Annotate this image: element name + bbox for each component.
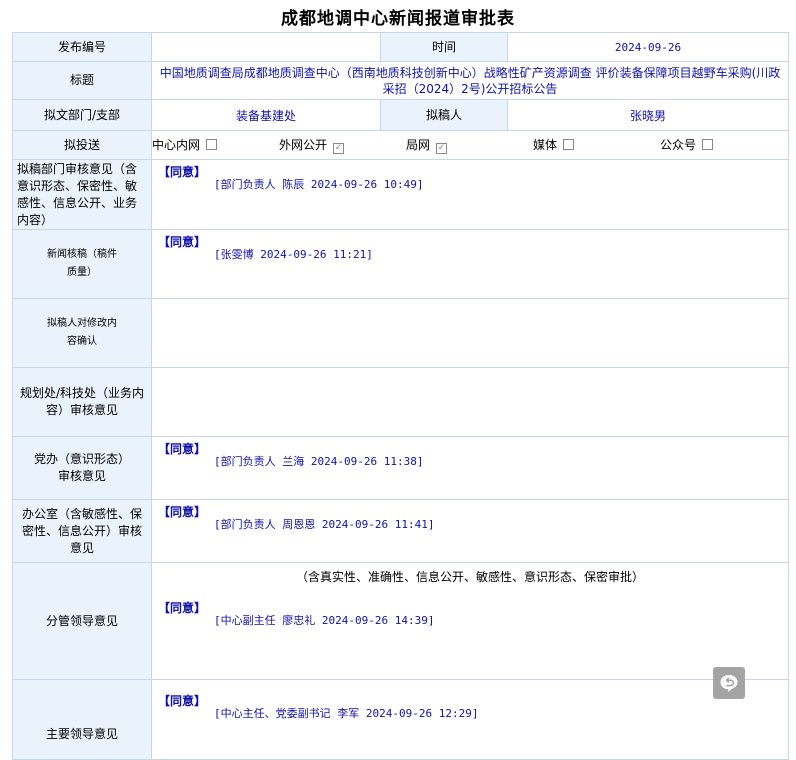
channel-label: 中心内网 (152, 138, 201, 152)
channel-intranet[interactable]: 中心内网 (152, 132, 279, 158)
main-leader-cell: 【同意】 [中心主任、党委副书记 李军 2024-09-26 12:29] (150, 679, 790, 760)
signature-text: [部门负责人 兰海 2024-09-26 11:38] (214, 455, 424, 468)
office-cell: 【同意】 [部门负责人 周恩恩 2024-09-26 11:41] (150, 499, 790, 563)
signature-text: [部门负责人 周恩恩 2024-09-26 11:41] (214, 518, 435, 531)
dept-value: 装备基建处 (151, 99, 381, 131)
time-value: 2024-09-26 (506, 32, 790, 62)
drafter-confirm-label: 拟稿人对修改内容确认 (12, 298, 152, 368)
back-reply-button[interactable] (713, 667, 745, 699)
signature-text: [中心主任、党委副书记 李军 2024-09-26 12:29] (214, 707, 479, 720)
planning-review-label: 规划处/科技处（业务内容）审核意见 (12, 367, 152, 437)
dept-review-label: 拟稿部门审核意见（含意识形态、保密性、敏感性、信息公开、业务内容） (12, 159, 152, 230)
channel-wechat[interactable]: 公众号 (660, 132, 787, 158)
signature-text: [中心副主任 廖忠礼 2024-09-26 14:39] (214, 614, 435, 627)
signature-text: [部门负责人 陈辰 2024-09-26 10:49] (214, 178, 424, 191)
checkbox-icon[interactable] (563, 139, 575, 150)
checkbox-icon[interactable] (206, 139, 218, 150)
planning-review-cell (150, 367, 790, 437)
party-office-cell: 【同意】 [部门负责人 兰海 2024-09-26 11:38] (150, 436, 790, 500)
page-title: 成都地调中心新闻报道审批表 (281, 9, 515, 29)
channel-media[interactable]: 媒体 (533, 132, 660, 158)
channel-label: 媒体 (533, 138, 558, 152)
office-label: 办公室（含敏感性、保密性、信息公开）审核意见 (12, 499, 152, 563)
news-check-cell: 【同意】 [张雯博 2024-09-26 11:21] (150, 229, 790, 299)
party-office-label: 党办（意识形态）审核意见 (12, 436, 152, 500)
time-label: 时间 (380, 32, 508, 62)
deputy-leader-cell: （含真实性、准确性、信息公开、敏感性、意识形态、保密审批） 【同意】 [中心副主… (150, 562, 790, 680)
signature-text: [张雯博 2024-09-26 11:21] (214, 248, 373, 261)
dept-label: 拟文部门/支部 (12, 99, 152, 131)
decision-text: 【同意】 (158, 505, 207, 519)
approval-form: 发布编号 时间 2024-09-26 标题 中国地质调查局成都地质调查中心（西南… (12, 32, 790, 760)
channels-label: 拟投送 (12, 130, 152, 160)
channel-label: 外网公开 (279, 138, 328, 152)
decision-text: 【同意】 (158, 442, 207, 456)
decision-text: 【同意】 (158, 694, 207, 708)
drafter-confirm-cell (150, 298, 790, 368)
channel-label: 局网 (406, 138, 431, 152)
channel-bureau-web[interactable]: 局网 ✓ (406, 132, 533, 158)
dept-review-cell: 【同意】 [部门负责人 陈辰 2024-09-26 10:49] (150, 159, 790, 230)
deputy-leader-label: 分管领导意见 (12, 562, 152, 680)
checkbox-icon[interactable] (702, 139, 714, 150)
news-check-label: 新闻核稿（稿件质量） (12, 229, 152, 299)
back-reply-icon (720, 675, 738, 692)
decision-text: 【同意】 (158, 601, 207, 615)
subject-label: 标题 (12, 61, 152, 100)
drafter-label: 拟稿人 (380, 99, 508, 131)
criteria-text: （含真实性、准确性、信息公开、敏感性、意识形态、保密审批） (296, 570, 645, 584)
channel-public-web[interactable]: 外网公开 ✓ (279, 132, 406, 158)
main-leader-label-text: 主要领导意见 (45, 727, 118, 741)
drafter-value: 张晓男 (506, 99, 790, 131)
pub-no-value (151, 32, 381, 62)
decision-text: 【同意】 (158, 235, 207, 249)
decision-text: 【同意】 (158, 165, 207, 179)
channels-group: 中心内网 外网公开 ✓ 局网 ✓ 媒体 公众号 (150, 130, 790, 160)
channel-label: 公众号 (660, 138, 697, 152)
main-leader-label: 主要领导意见 (12, 679, 152, 760)
checkbox-checked-icon[interactable]: ✓ (436, 143, 448, 154)
checkbox-checked-icon[interactable]: ✓ (333, 143, 345, 154)
subject-value: 中国地质调查局成都地质调查中心（西南地质科技创新中心）战略性矿产资源调查 评价装… (150, 61, 790, 100)
pub-no-label: 发布编号 (12, 32, 152, 62)
